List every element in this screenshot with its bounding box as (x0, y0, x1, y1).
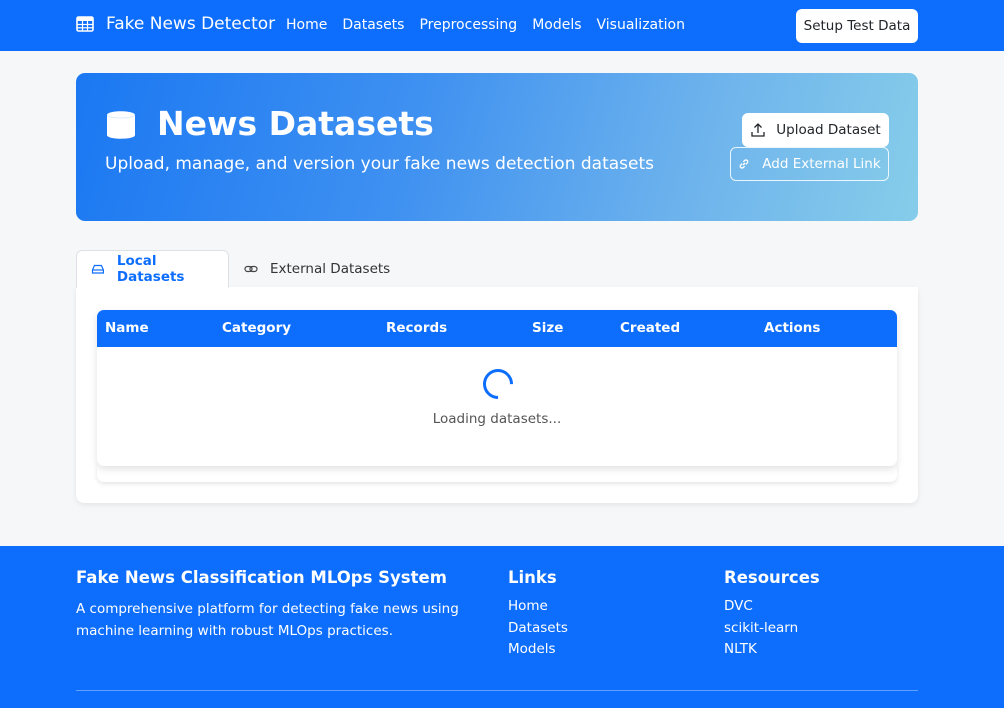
column-header-size[interactable]: Size (532, 320, 563, 336)
column-header-created[interactable]: Created (620, 320, 680, 336)
hdd-icon (91, 264, 105, 274)
spinner-icon (476, 362, 520, 406)
upload-dataset-label: Upload Dataset (776, 122, 881, 138)
upload-icon (751, 123, 765, 137)
footer-resource-nltk[interactable]: NLTK (724, 639, 798, 661)
nav-link-home[interactable]: Home (286, 17, 327, 33)
column-header-name[interactable]: Name (105, 320, 149, 336)
footer-about-title: Fake News Classification MLOps System (76, 568, 447, 587)
link-icon (739, 159, 749, 169)
footer-resource-dvc[interactable]: DVC (724, 596, 798, 618)
footer-resources-title: Resources (724, 568, 820, 587)
nav-links: Home Datasets Preprocessing Models Visua… (286, 17, 700, 33)
tab-local-datasets[interactable]: Local Datasets (76, 250, 229, 288)
hero-banner: News Datasets Upload, manage, and versio… (76, 73, 918, 221)
footer-about-text: A comprehensive platform for detecting f… (76, 601, 459, 639)
nav-link-visualization[interactable]: Visualization (597, 17, 685, 33)
nav-link-preprocessing[interactable]: Preprocessing (419, 17, 517, 33)
table-icon (76, 16, 94, 32)
footer-resources-list: DVC scikit-learn NLTK (724, 596, 798, 661)
footer-link-home[interactable]: Home (508, 596, 568, 618)
datasets-table: Name Category Records Size Created Actio… (97, 310, 897, 466)
brand-text: Fake News Detector (106, 14, 276, 34)
navbar: Fake News Detector Home Datasets Preproc… (0, 0, 1004, 51)
tab-external-datasets[interactable]: External Datasets (244, 250, 390, 288)
brand[interactable]: Fake News Detector (76, 14, 275, 34)
datasets-card: Name Category Records Size Created Actio… (76, 287, 918, 503)
footer-resource-scikit-learn[interactable]: scikit-learn (724, 618, 798, 640)
nav-link-datasets[interactable]: Datasets (342, 17, 404, 33)
tab-local-label: Local Datasets (116, 253, 185, 285)
footer-links-title: Links (508, 568, 557, 587)
add-external-link-label: Add External Link (762, 156, 881, 172)
upload-dataset-button[interactable]: Upload Dataset (742, 113, 889, 147)
footer-link-models[interactable]: Models (508, 639, 568, 661)
link-icon (244, 265, 258, 273)
add-external-link-button[interactable]: Add External Link (730, 147, 889, 181)
database-icon (107, 111, 135, 139)
column-header-category[interactable]: Category (222, 320, 291, 336)
setup-test-data-button[interactable]: Setup Test Data (796, 9, 918, 43)
footer: Fake News Classification MLOps System A … (0, 546, 1004, 708)
page-title: News Datasets (157, 104, 434, 143)
dataset-tabs: Local Datasets External Datasets (76, 250, 918, 288)
footer-links-list: Home Datasets Models (508, 596, 568, 661)
footer-divider (76, 690, 918, 691)
page-subtitle: Upload, manage, and version your fake ne… (105, 154, 655, 174)
tab-external-label: External Datasets (270, 261, 391, 277)
footer-link-datasets[interactable]: Datasets (508, 618, 568, 640)
table-header: Name Category Records Size Created Actio… (97, 310, 897, 347)
column-header-records[interactable]: Records (386, 320, 447, 336)
nav-link-models[interactable]: Models (532, 17, 581, 33)
loading-text: Loading datasets... (432, 411, 562, 427)
column-header-actions: Actions (764, 320, 821, 336)
